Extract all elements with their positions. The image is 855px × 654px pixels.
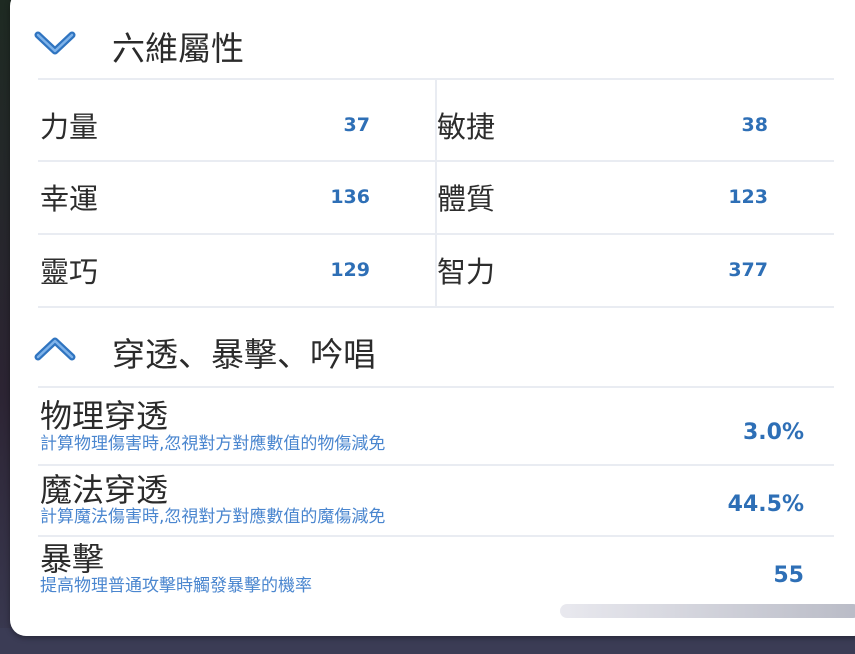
stat-label-luck: 幸運 — [40, 182, 99, 216]
divider — [38, 386, 834, 388]
stat-label-vitality: 體質 — [437, 182, 496, 216]
stat-label-dexterity: 靈巧 — [40, 255, 99, 289]
section-title: 穿透、暴擊、吟唱 — [112, 335, 376, 374]
stat-value-luck: 136 — [330, 186, 370, 208]
divider — [38, 464, 834, 466]
row-value: 3.0% — [742, 420, 804, 445]
row-description: 計算物理傷害時,忽視對方對應數值的物傷減免 — [40, 434, 386, 454]
chevron-down-icon[interactable] — [32, 28, 78, 58]
row-value: 44.5% — [727, 492, 804, 517]
stat-value-agility: 38 — [741, 114, 768, 136]
row-title: 暴擊 — [40, 540, 105, 578]
stat-value-vitality: 123 — [728, 186, 768, 208]
stat-value-strength: 37 — [343, 114, 370, 136]
chevron-up-icon[interactable] — [32, 334, 78, 364]
row-description: 提高物理普通攻擊時觸發暴擊的機率 — [40, 576, 312, 596]
column-divider — [435, 80, 437, 306]
horizontal-scrollbar[interactable] — [560, 604, 855, 618]
row-title: 魔法穿透 — [40, 471, 169, 509]
row-description: 計算魔法傷害時,忽視對方對應數值的魔傷減免 — [40, 507, 386, 527]
row-value: 55 — [773, 563, 804, 588]
stat-value-dexterity: 129 — [330, 259, 370, 281]
row-title: 物理穿透 — [40, 397, 169, 435]
attributes-panel: 六維屬性 力量 37 敏捷 38 幸運 136 體質 123 靈巧 129 智力… — [10, 0, 855, 636]
stat-label-agility: 敏捷 — [437, 110, 496, 144]
section-title: 六維屬性 — [112, 29, 244, 68]
divider — [38, 306, 834, 308]
stat-value-intelligence: 377 — [728, 259, 768, 281]
stat-label-strength: 力量 — [40, 110, 99, 144]
stat-label-intelligence: 智力 — [437, 255, 496, 289]
divider — [38, 535, 834, 537]
